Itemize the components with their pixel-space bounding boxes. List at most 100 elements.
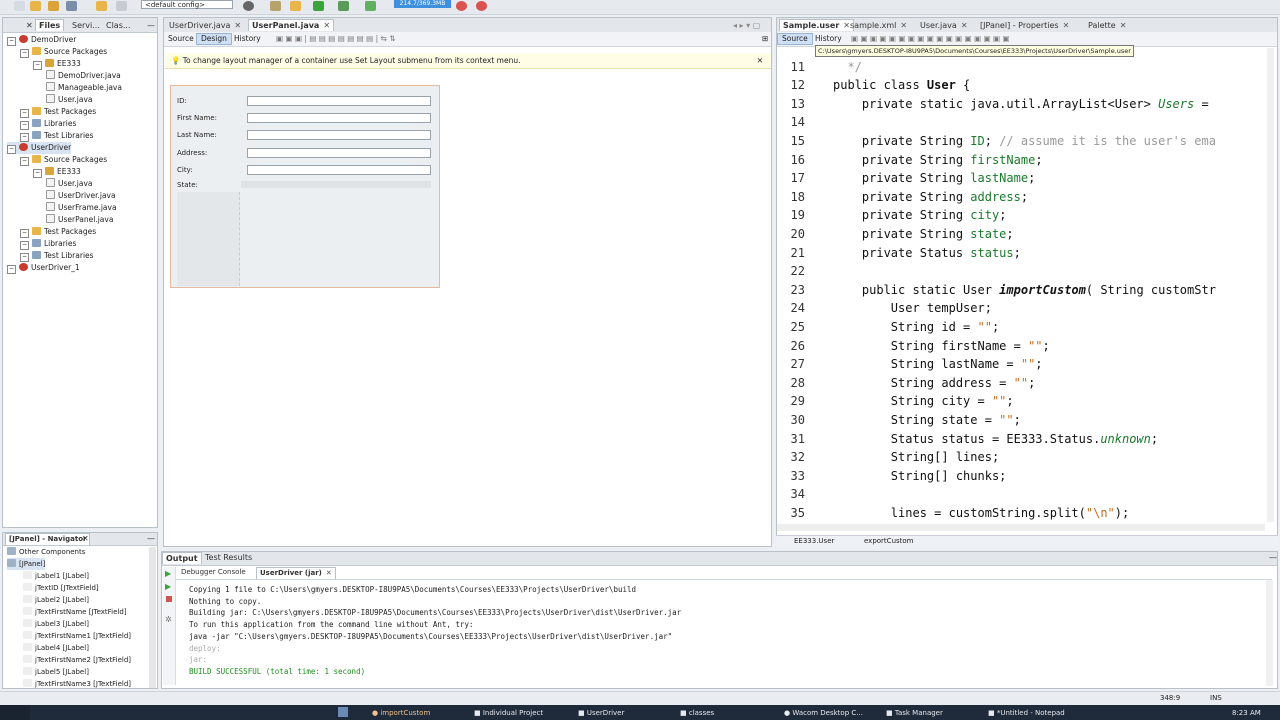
rerun-params-icon[interactable]: ▶ <box>165 582 171 591</box>
tree-item[interactable]: Manageable.java <box>46 82 122 94</box>
start-button[interactable] <box>0 705 30 720</box>
expand-toggle-icon[interactable]: − <box>20 157 29 166</box>
editor-tools-icons[interactable]: ▣ ▣ ▣ ▣ ▣ ▣ ▣ ▣ ▣ ▣ ▣ ▣ ▣ ▣ ▣ ▣ ▣ <box>847 34 1014 44</box>
breadcrumb-class[interactable]: EE333.User <box>794 537 834 545</box>
tab-classes[interactable]: Clas... <box>103 20 134 31</box>
config-select[interactable]: <default config> <box>141 0 233 9</box>
tab-sample-xml[interactable]: sample.xml ✕ <box>847 20 910 31</box>
navigator-item[interactable]: jTextFirstName1 [JTextField] <box>23 630 131 642</box>
task-individual-project[interactable]: ■ Individual Project <box>474 707 543 720</box>
tab-debugger-console[interactable]: Debugger Console <box>178 567 249 578</box>
redo-icon[interactable] <box>116 1 127 11</box>
editor-scrollbar[interactable] <box>1267 48 1274 522</box>
tab-userpanel-java[interactable]: UserPanel.java ✕ <box>248 19 335 31</box>
navigator-item[interactable]: jTextID [JTextField] <box>23 582 99 594</box>
new-project-icon[interactable] <box>30 1 41 11</box>
expand-toggle-icon[interactable]: − <box>7 265 16 274</box>
expand-toggle-icon[interactable]: − <box>20 49 29 58</box>
tree-item[interactable]: − DemoDriver <box>7 34 76 46</box>
tab-palette[interactable]: Palette ✕ <box>1085 20 1129 31</box>
tree-item[interactable]: UserFrame.java <box>46 202 117 214</box>
editor-source-button[interactable]: Source <box>777 33 813 45</box>
designer-tools-icons[interactable]: ▣ ▣ ▣ | ▤ ▤ ▤ ▤ ▤ ▤ ▤ | ⇆ ⇅ <box>272 34 399 44</box>
designer-tabs-menu-icon[interactable]: ◂ ▸ ▾ ▢ <box>730 20 763 31</box>
tab-test-results[interactable]: Test Results <box>202 552 255 563</box>
gc-icon[interactable] <box>456 1 467 11</box>
close-tab-icon[interactable]: ✕ <box>323 21 330 30</box>
tab-services[interactable]: Servi... <box>69 20 103 31</box>
tree-item[interactable]: User.java <box>46 94 93 106</box>
clean-build-icon[interactable] <box>270 1 281 11</box>
expand-toggle-icon[interactable]: − <box>20 229 29 238</box>
tab-files[interactable]: Files <box>35 19 65 31</box>
source-button[interactable]: Source <box>164 34 198 44</box>
new-file-icon[interactable] <box>14 1 25 11</box>
navigator-item[interactable]: Other Components <box>7 546 85 558</box>
task-import-custom[interactable]: ● importCustom <box>372 707 430 720</box>
designer-expand-icon[interactable]: ⊞ <box>758 34 772 44</box>
tree-item[interactable]: − UserDriver <box>7 142 72 154</box>
tree-item[interactable]: DemoDriver.java <box>46 70 121 82</box>
tree-item[interactable]: − Test Libraries <box>20 130 94 142</box>
navigator-item[interactable]: jTextFirstName [JTextField] <box>23 606 127 618</box>
profile-project-icon[interactable] <box>365 1 376 11</box>
tree-item[interactable]: − Libraries <box>20 118 76 130</box>
tree-item[interactable]: − UserDriver_1 <box>7 262 80 274</box>
undo-icon[interactable] <box>96 1 107 11</box>
navigator-close-icon[interactable]: ✕ <box>79 533 92 544</box>
editor-hscrollbar[interactable] <box>777 524 1265 531</box>
id-field[interactable] <box>247 96 431 106</box>
minimize-panel-button[interactable]: — <box>144 20 158 31</box>
tab-close-projects[interactable]: ✕ <box>23 20 36 31</box>
task-task-manager[interactable]: ■ Task Manager <box>886 707 943 720</box>
close-tab-icon[interactable]: ✕ <box>900 21 907 30</box>
navigator-item[interactable]: jLabel3 [JLabel] <box>23 618 89 630</box>
tree-item[interactable]: − EE333 <box>33 58 81 70</box>
city-field[interactable] <box>247 165 431 175</box>
settings-icon[interactable]: ✲ <box>165 615 172 624</box>
expand-toggle-icon[interactable]: − <box>20 241 29 250</box>
tree-item[interactable]: − Test Libraries <box>20 250 94 262</box>
navigator-item[interactable]: jLabel4 [JLabel] <box>23 642 89 654</box>
history-button[interactable]: History <box>230 34 265 44</box>
info-close-icon[interactable]: ✕ <box>757 53 763 68</box>
tree-item[interactable]: UserPanel.java <box>46 214 113 226</box>
tab-properties[interactable]: [JPanel] - Properties ✕ <box>977 20 1072 31</box>
stop-icon[interactable] <box>166 596 172 602</box>
output-scrollbar[interactable] <box>1266 580 1273 686</box>
tab-user-java[interactable]: User.java ✕ <box>917 20 971 31</box>
tree-item[interactable]: − Test Packages <box>20 226 96 238</box>
design-button[interactable]: Design <box>196 33 232 45</box>
close-tab-icon[interactable]: ✕ <box>961 21 968 30</box>
tree-item[interactable]: − Libraries <box>20 238 76 250</box>
close-tab-icon[interactable]: ✕ <box>326 569 332 577</box>
tab-userdriver-jar[interactable]: UserDriver (jar) ✕ <box>256 567 336 579</box>
memory-indicator[interactable]: 214.7/369.3MB <box>394 0 451 8</box>
expand-toggle-icon[interactable]: − <box>33 61 42 70</box>
open-project-icon[interactable] <box>48 1 59 11</box>
tab-sample-user[interactable]: Sample.user ✕ <box>779 19 854 31</box>
tree-item[interactable]: − Test Packages <box>20 106 96 118</box>
tree-item[interactable]: − EE333 <box>33 166 81 178</box>
expand-toggle-icon[interactable]: − <box>7 37 16 46</box>
close-tab-icon[interactable]: ✕ <box>1120 21 1127 30</box>
rerun-icon[interactable]: ▶ <box>165 569 171 578</box>
first-name-field[interactable] <box>247 113 431 123</box>
navigator-item[interactable]: jLabel2 [JLabel] <box>23 594 89 606</box>
navigator-minimize-button[interactable]: — <box>144 533 158 544</box>
expand-toggle-icon[interactable]: − <box>20 133 29 142</box>
state-field[interactable] <box>241 181 431 188</box>
run-icon[interactable] <box>313 1 324 11</box>
tree-item[interactable]: User.java <box>46 178 93 190</box>
tree-item[interactable]: − Source Packages <box>20 46 107 58</box>
expand-toggle-icon[interactable]: − <box>20 109 29 118</box>
editor-history-button[interactable]: History <box>811 34 846 44</box>
tree-item[interactable]: − Source Packages <box>20 154 107 166</box>
breadcrumb-method[interactable]: exportCustom <box>864 537 914 545</box>
address-field[interactable] <box>247 148 431 158</box>
task-userdriver[interactable]: ■ UserDriver <box>578 707 624 720</box>
close-tab-icon[interactable]: ✕ <box>1063 21 1070 30</box>
task-wacom[interactable]: ● Wacom Desktop C... <box>784 707 863 720</box>
expand-toggle-icon[interactable]: − <box>20 121 29 130</box>
task-notepad[interactable]: ■ *Untitled - Notepad <box>988 707 1065 720</box>
